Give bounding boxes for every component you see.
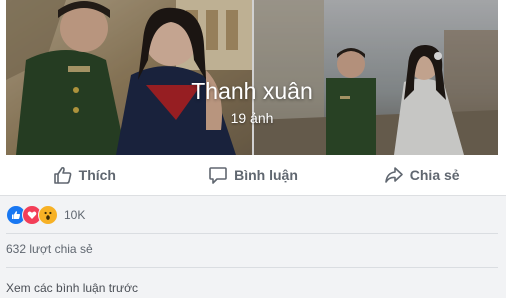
wow-icon	[38, 205, 58, 225]
comment-label: Bình luận	[234, 167, 298, 183]
share-button[interactable]: Chia sẻ	[337, 155, 506, 195]
reaction-count: 10K	[64, 208, 86, 222]
thumbs-up-icon	[53, 165, 73, 185]
album-preview[interactable]: Thanh xuân 19 ảnh	[6, 0, 498, 155]
like-button[interactable]: Thích	[0, 155, 169, 195]
divider	[6, 267, 498, 268]
share-count[interactable]: 632 lượt chia sẻ	[6, 242, 93, 256]
divider	[6, 233, 498, 234]
share-arrow-icon	[384, 165, 404, 185]
post-action-bar: Thích Bình luận Chia sẻ	[0, 155, 506, 196]
post-footer: 10K 632 lượt chia sẻ Xem các bình luận t…	[0, 196, 506, 298]
view-previous-comments-link[interactable]: Xem các bình luận trước	[6, 281, 138, 295]
like-label: Thích	[78, 167, 116, 183]
share-label: Chia sẻ	[409, 167, 460, 183]
comment-button[interactable]: Bình luận	[169, 155, 338, 195]
speech-bubble-icon	[208, 165, 228, 185]
album-photo-count: 19 ảnh	[230, 110, 274, 126]
reactions-summary[interactable]: 10K	[6, 204, 85, 226]
album-title[interactable]: Thanh xuân	[6, 76, 498, 106]
